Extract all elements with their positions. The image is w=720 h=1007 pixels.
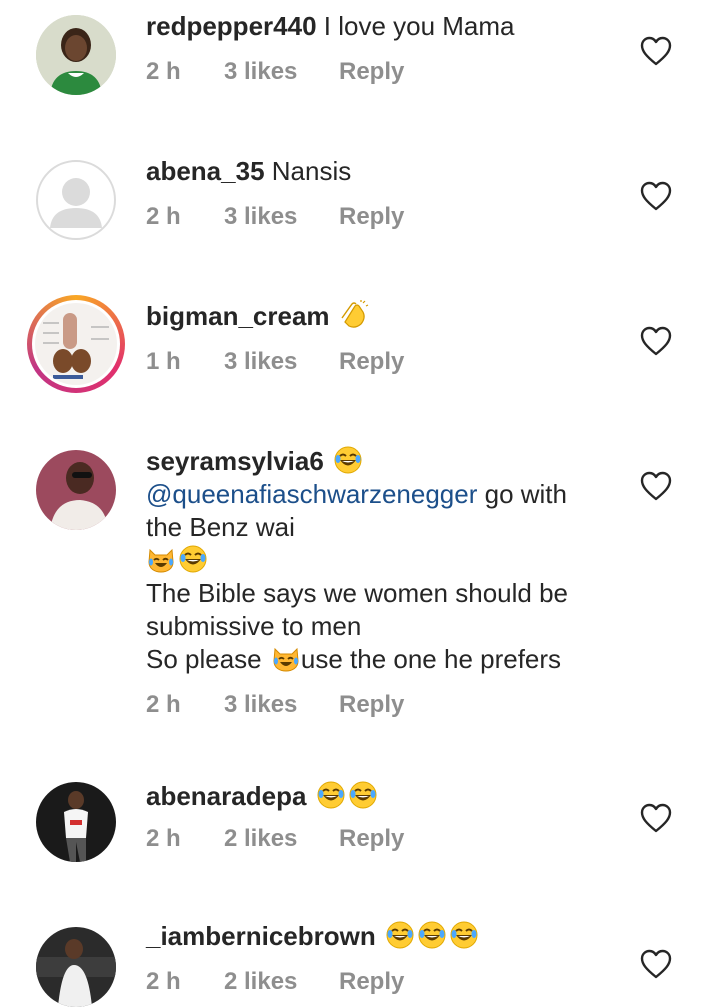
avatar[interactable]: [36, 160, 116, 240]
likes-count[interactable]: 3 likes: [224, 203, 297, 231]
likes-count[interactable]: 3 likes: [224, 348, 297, 376]
cat-tears-of-joy-emoji: [271, 643, 301, 673]
username[interactable]: _iambernicebrown: [146, 921, 376, 951]
comment-text: the Benz wai: [146, 512, 295, 542]
comment-text: So please: [146, 644, 269, 674]
username[interactable]: redpepper440: [146, 11, 317, 41]
username[interactable]: bigman_cream: [146, 301, 330, 331]
timestamp: 1 h: [146, 348, 181, 375]
comment-text: go with: [477, 479, 567, 509]
timestamp: 2 h: [146, 203, 181, 230]
avatar[interactable]: [36, 15, 116, 95]
timestamp: 2 h: [146, 968, 181, 995]
heart-outline-icon[interactable]: [640, 949, 672, 979]
reply-button[interactable]: Reply: [339, 825, 404, 853]
heart-outline-icon[interactable]: [640, 803, 672, 833]
likes-count[interactable]: 3 likes: [224, 691, 297, 719]
cat-tears-of-joy-emoji: [146, 544, 176, 574]
comment-text: I love you Mama: [323, 11, 515, 41]
heart-outline-icon[interactable]: [640, 36, 672, 66]
avatar[interactable]: [36, 927, 116, 1007]
username[interactable]: abena_35: [146, 156, 265, 186]
comment-text: submissive to men: [146, 611, 362, 641]
timestamp: 2 h: [146, 691, 181, 718]
tears-of-joy-emoji: [178, 544, 208, 574]
timestamp: 2 h: [146, 58, 181, 85]
reply-button[interactable]: Reply: [339, 348, 404, 376]
likes-count[interactable]: 2 likes: [224, 825, 297, 853]
username[interactable]: seyramsylvia6: [146, 446, 324, 476]
avatar[interactable]: [36, 782, 116, 862]
avatar-story-ring[interactable]: [27, 295, 125, 393]
heart-outline-icon[interactable]: [640, 181, 672, 211]
likes-count[interactable]: 3 likes: [224, 58, 297, 86]
reply-button[interactable]: Reply: [339, 691, 404, 719]
comment-text: The Bible says we women should be: [146, 578, 569, 608]
tears-of-joy-emoji: [316, 780, 346, 810]
tears-of-joy-emoji: [385, 920, 415, 950]
tears-of-joy-emoji: [333, 445, 363, 475]
reply-button[interactable]: Reply: [339, 58, 404, 86]
default-avatar-icon: [50, 178, 102, 228]
reply-button[interactable]: Reply: [339, 203, 404, 231]
clapping-hands-emoji: [339, 300, 369, 330]
username[interactable]: abenaradepa: [146, 781, 306, 811]
heart-outline-icon[interactable]: [640, 326, 672, 356]
avatar[interactable]: [36, 450, 116, 530]
timestamp: 2 h: [146, 825, 181, 852]
comment-text: use the one he prefers: [300, 644, 562, 674]
heart-outline-icon[interactable]: [640, 471, 672, 501]
tears-of-joy-emoji: [348, 780, 378, 810]
comment-text: Nansis: [271, 156, 352, 186]
tears-of-joy-emoji: [449, 920, 479, 950]
likes-count[interactable]: 2 likes: [224, 968, 297, 996]
reply-button[interactable]: Reply: [339, 968, 404, 996]
mention-link[interactable]: @queenafiaschwarzenegger: [146, 479, 477, 509]
tears-of-joy-emoji: [417, 920, 447, 950]
